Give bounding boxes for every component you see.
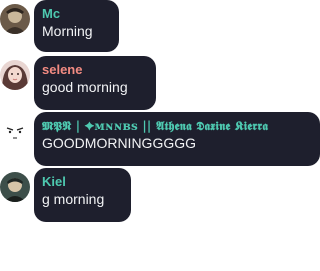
avatar-kiel-icon[interactable] xyxy=(0,172,30,202)
avatar-selene-icon[interactable] xyxy=(0,60,30,90)
message-bubble: Mc Morning xyxy=(34,0,119,52)
chat-log: Mc Morning selene good morning 𝕸𝕻𝕹 | ✦ᴍɴ… xyxy=(0,0,320,271)
message-item: Mc Morning xyxy=(0,0,320,54)
message-bubble: Kiel g morning xyxy=(34,168,131,222)
message-item: selene good morning xyxy=(0,56,320,110)
avatar-face-icon[interactable] xyxy=(0,118,30,148)
message-bubble: selene good morning xyxy=(34,56,156,110)
author-name[interactable]: 𝕸𝕻𝕹 | ✦ᴍɴɴʙs || 𝕬𝖙𝖍𝖊𝖓𝖆 𝕯𝖆𝖝𝖎𝖓𝖊 𝕶𝖎𝖊𝖗𝖗𝖆 xyxy=(42,118,311,134)
message-item: 𝕸𝕻𝕹 | ✦ᴍɴɴʙs || 𝕬𝖙𝖍𝖊𝖓𝖆 𝕯𝖆𝖝𝖎𝖓𝖊 𝕶𝖎𝖊𝖗𝖗𝖆 GOO… xyxy=(0,112,320,166)
author-name[interactable]: selene xyxy=(42,62,147,78)
avatar-mc-icon[interactable] xyxy=(0,4,30,34)
message-item: Kiel g morning xyxy=(0,168,320,222)
message-text: good morning xyxy=(42,79,128,95)
message-text: Morning xyxy=(42,23,93,39)
message-text: g morning xyxy=(42,191,105,207)
message-bubble: 𝕸𝕻𝕹 | ✦ᴍɴɴʙs || 𝕬𝖙𝖍𝖊𝖓𝖆 𝕯𝖆𝖝𝖎𝖓𝖊 𝕶𝖎𝖊𝖗𝖗𝖆 GOO… xyxy=(34,112,320,166)
message-text: GOODMORNINGGGGG xyxy=(42,135,196,151)
author-name[interactable]: Mc xyxy=(42,6,110,22)
author-name[interactable]: Kiel xyxy=(42,174,122,190)
